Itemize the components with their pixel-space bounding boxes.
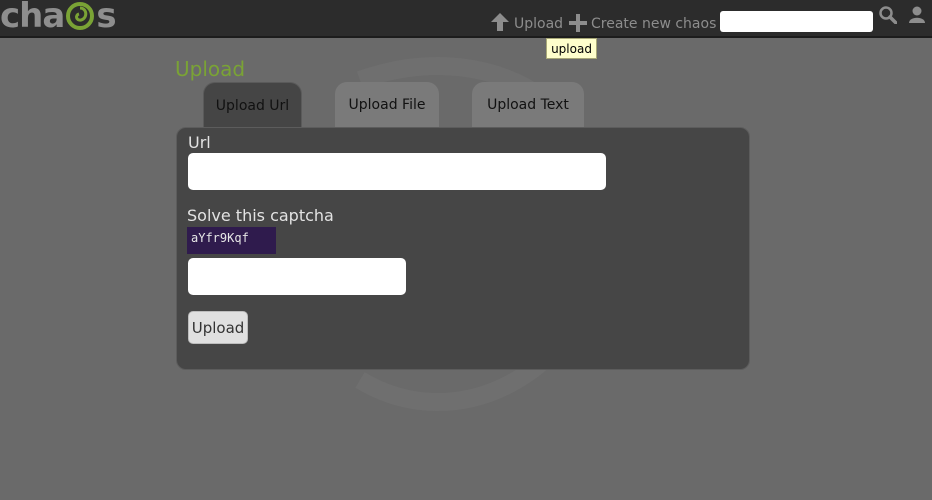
top-navigation-bar: cha s Upload Create new chaos — [0, 0, 932, 38]
nav-upload-label: Upload — [514, 16, 564, 32]
url-label: Url — [188, 133, 211, 152]
tab-upload-file[interactable]: Upload File — [335, 82, 439, 128]
nav-create-link[interactable]: Create new chaos — [569, 6, 716, 32]
tab-upload-text[interactable]: Upload Text — [472, 82, 584, 128]
tab-label: Upload File — [348, 97, 426, 113]
search-input[interactable] — [720, 11, 873, 32]
tab-label: Upload Url — [215, 97, 290, 114]
plus-icon — [569, 14, 587, 32]
logo-text-right: s — [96, 0, 116, 36]
upload-submit-button[interactable]: Upload — [188, 311, 248, 344]
tab-label: Upload Text — [487, 97, 569, 113]
logo-text-left: cha — [0, 0, 65, 36]
logo-swirl-icon — [66, 2, 95, 30]
captcha-label: Solve this captcha — [187, 206, 334, 225]
user-icon[interactable] — [908, 6, 926, 24]
upload-tooltip: upload — [546, 38, 597, 59]
nav-upload-link[interactable]: Upload — [490, 6, 563, 32]
captcha-image: aYfr9Kqf — [187, 227, 276, 254]
nav-create-label: Create new chaos — [591, 16, 717, 32]
upload-arrow-icon — [491, 13, 509, 31]
search-icon[interactable] — [879, 6, 897, 24]
tab-upload-url[interactable]: Upload Url — [203, 82, 302, 128]
site-logo[interactable]: cha s — [0, 0, 117, 36]
url-input[interactable] — [188, 153, 606, 190]
captcha-input[interactable] — [188, 258, 406, 295]
page-title: Upload — [175, 57, 246, 81]
